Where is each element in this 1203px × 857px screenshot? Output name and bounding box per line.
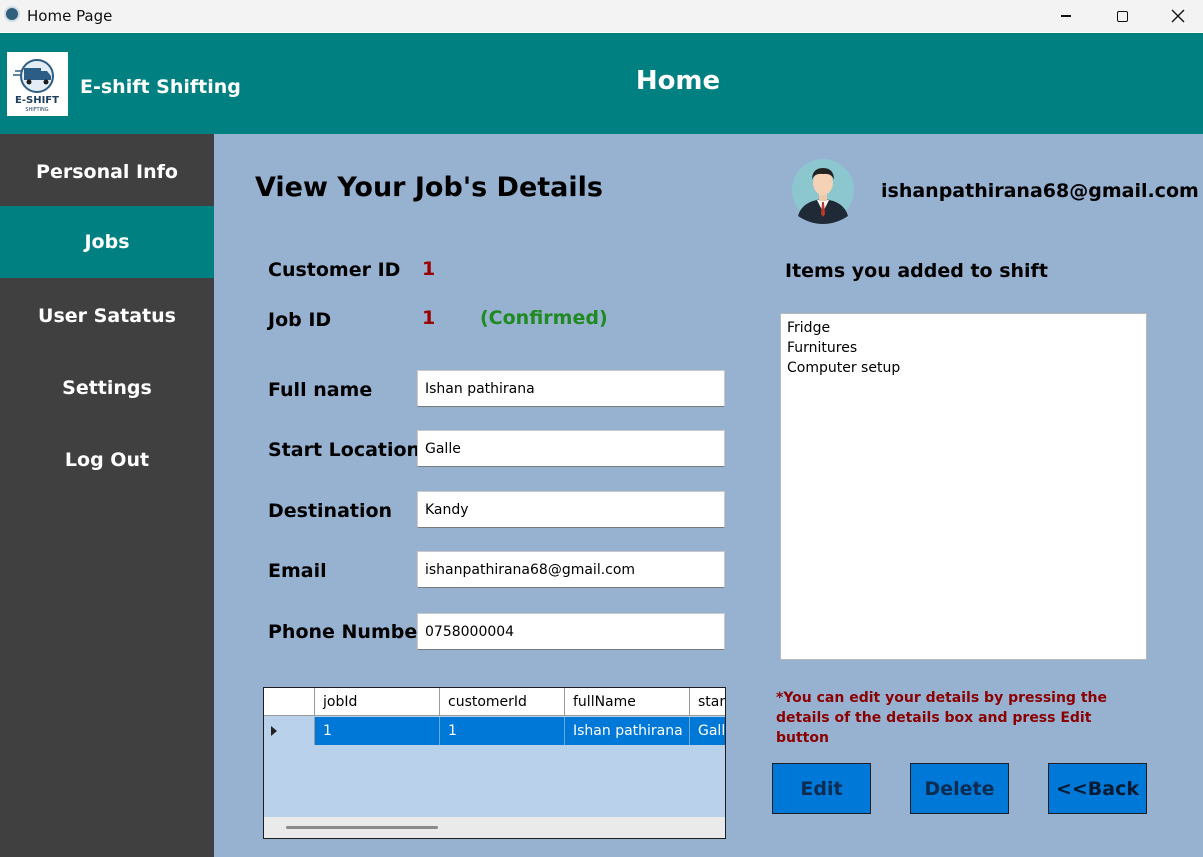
full-name-field[interactable] (417, 370, 725, 407)
user-email: ishanpathirana68@gmail.com (881, 180, 1199, 202)
minimize-button[interactable] (1043, 0, 1089, 32)
table-row[interactable]: 1 1 Ishan pathirana Galle (264, 717, 725, 745)
sidebar-item-settings[interactable]: Settings (0, 352, 214, 424)
section-title: View Your Job's Details (255, 172, 603, 203)
start-location-label: Start Location (268, 439, 421, 461)
window-title: Home Page (27, 7, 113, 25)
note-line: *You can edit your details by pressing t… (776, 690, 1107, 706)
edit-instructions-note: *You can edit your details by pressing t… (776, 688, 1136, 748)
destination-label: Destination (268, 500, 393, 522)
start-location-field[interactable] (417, 430, 725, 467)
column-header[interactable]: fullName (565, 688, 690, 715)
sidebar-item-log-out[interactable]: Log Out (0, 424, 214, 496)
grid-header-row: jobId customerId fullName startLocation (264, 688, 725, 716)
maximize-icon (1116, 10, 1128, 22)
list-item[interactable]: Fridge (787, 318, 1140, 338)
svg-text:SHIFTING: SHIFTING (25, 107, 48, 113)
sidebar: Personal Info Jobs User Satatus Settings… (0, 134, 214, 857)
grid-corner-cell (264, 688, 315, 715)
sidebar-item-user-status[interactable]: User Satatus (0, 280, 214, 352)
delete-button[interactable]: Delete (910, 763, 1009, 814)
close-icon (1171, 9, 1185, 23)
phone-number-label: Phone Number (268, 621, 427, 643)
column-header[interactable]: startLocation (690, 688, 725, 715)
horizontal-scrollbar[interactable] (264, 817, 725, 838)
job-status-badge: (Confirmed) (480, 307, 608, 329)
maximize-button[interactable] (1099, 0, 1145, 32)
app-icon (4, 6, 20, 22)
items-list-box[interactable]: Fridge Furnitures Computer setup (780, 313, 1147, 660)
minimize-icon (1061, 15, 1071, 17)
list-item[interactable]: Computer setup (787, 358, 1140, 378)
row-selector[interactable] (264, 717, 315, 745)
job-id-label: Job ID (268, 309, 332, 331)
table-cell[interactable]: 1 (440, 717, 565, 745)
table-cell[interactable]: Galle (690, 717, 725, 745)
table-cell[interactable]: 1 (315, 717, 440, 745)
close-button[interactable] (1155, 0, 1201, 32)
note-line: details of the details box and press Edi… (776, 710, 1092, 746)
column-header[interactable]: jobId (315, 688, 440, 715)
edit-button[interactable]: Edit (772, 763, 871, 814)
jobs-data-grid[interactable]: jobId customerId fullName startLocation … (263, 687, 726, 839)
job-id-value: 1 (422, 307, 436, 329)
row-pointer-icon (271, 726, 277, 736)
window-title-bar: Home Page (0, 0, 1203, 32)
full-name-label: Full name (268, 379, 373, 401)
svg-text:E-SHIFT: E-SHIFT (15, 95, 59, 106)
main-content: View Your Job's Details ishanpathirana68… (214, 134, 1203, 857)
scrollbar-thumb[interactable] (286, 826, 438, 829)
items-title: Items you added to shift (785, 260, 1048, 282)
column-header[interactable]: customerId (440, 688, 565, 715)
email-label: Email (268, 560, 327, 582)
email-field[interactable] (417, 551, 725, 588)
customer-id-value: 1 (422, 258, 436, 280)
destination-field[interactable] (417, 491, 725, 528)
user-avatar-icon (792, 159, 854, 224)
list-item[interactable]: Furnitures (787, 338, 1140, 358)
customer-id-label: Customer ID (268, 259, 401, 281)
phone-number-field[interactable] (417, 613, 725, 650)
page-title: Home (635, 66, 721, 96)
table-cell[interactable]: Ishan pathirana (565, 717, 690, 745)
sidebar-item-jobs[interactable]: Jobs (0, 206, 214, 278)
sidebar-item-personal-info[interactable]: Personal Info (0, 136, 214, 208)
app-header: E-SHIFT SHIFTING E-shift Shifting Home (0, 33, 1203, 134)
back-button[interactable]: <<Back (1048, 763, 1147, 814)
